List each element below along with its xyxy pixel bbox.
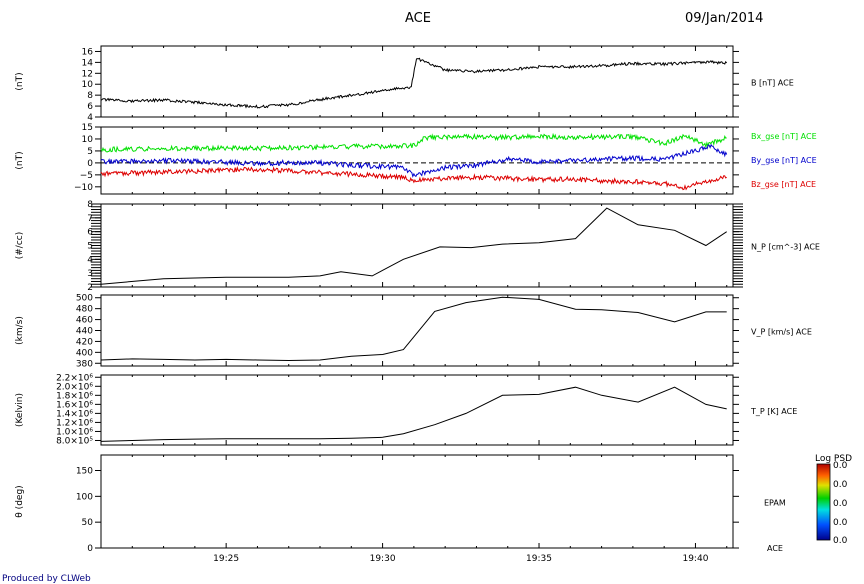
y-tick-label: 4: [87, 113, 93, 123]
panel-frame: [100, 454, 734, 549]
y-tick-label: 1.6×10⁶: [56, 400, 93, 410]
y-tick-label: 50: [82, 518, 94, 528]
panel-frame: [100, 294, 734, 367]
y-tick-label: 1.4×10⁶: [56, 409, 93, 419]
colorbar-label: 0.0: [833, 499, 848, 509]
x-tick-label: 19:40: [682, 554, 708, 564]
y-axis-label: (km/s): [15, 316, 25, 345]
panel-1: (nT) 46810121416 B [nT] ACE: [15, 45, 794, 123]
y-tick-label: 10: [82, 80, 94, 90]
x-tick-label: 19:25: [213, 554, 239, 564]
y-tick-label: 150: [76, 467, 93, 477]
colorbar-label: 0.0: [833, 518, 848, 528]
series-line: [100, 57, 728, 109]
y-tick-label: 15: [82, 123, 93, 133]
x-tick-label: 19:35: [526, 554, 552, 564]
y-tick-label: 480: [76, 305, 93, 315]
colorbar-label: 0.0: [833, 536, 848, 546]
panel-frame: [100, 45, 734, 118]
y-tick-label: 12: [82, 69, 93, 79]
y-tick-label: 6: [87, 102, 93, 112]
y-tick-label: 8: [87, 91, 93, 101]
x-tick-label: 19:30: [370, 554, 396, 564]
y-tick-label: 1.2×10⁶: [56, 418, 93, 428]
series-legend: Bx_gse [nT] ACE: [751, 132, 817, 141]
series-line: [100, 207, 727, 285]
panels: (nT)46810121416B [nT] ACE(nT)−10−5051015…: [15, 45, 820, 554]
y-tick-label: 8.0×10⁵: [56, 436, 93, 446]
y-tick-label: 400: [76, 348, 93, 358]
y-axis-label: (Kelvin): [15, 393, 25, 427]
y-tick-label: 500: [76, 294, 93, 304]
panel-frame: [100, 203, 734, 288]
y-tick-label: 1.0×10⁶: [56, 427, 93, 437]
series-legend: B [nT] ACE: [751, 79, 794, 88]
y-tick-label: 10: [82, 135, 94, 145]
y-tick-label: 8: [87, 200, 93, 210]
y-tick-label: 1.8×10⁶: [56, 391, 93, 401]
y-tick-label: 5: [87, 147, 93, 157]
y-tick-label: 2.0×10⁶: [56, 382, 93, 392]
chart-svg: ACE 09/Jan/2014 Produced by CLWeb (nT) 46…: [2, 11, 852, 584]
panel-frame: [100, 374, 734, 446]
chart-title: ACE: [405, 11, 431, 26]
y-axis-label: (#/cc): [15, 232, 25, 260]
y-tick-label: 380: [76, 359, 93, 369]
y-tick-label: 440: [76, 327, 93, 337]
series-legend: Bz_gse [nT] ACE: [751, 180, 816, 189]
panel-5: (Kelvin) 8.0×10⁵1.0×10⁶1.2×10⁶1.4×10⁶1.6×…: [15, 373, 797, 446]
panel-3: (#/cc)2345678N_P [cm^-3] ACE: [15, 200, 820, 293]
series-line: [100, 165, 727, 191]
chart-date: 09/Jan/2014: [685, 11, 763, 26]
y-tick-label: 420: [76, 337, 93, 347]
y-tick-label: 16: [82, 47, 94, 57]
panel-right-label: ACE: [767, 544, 783, 553]
series-line: [100, 132, 727, 153]
panel-6: θ (deg) 0 50 100 150 ACE EPAM: [15, 454, 786, 554]
y-tick-label: 2.2×10⁶: [56, 373, 93, 383]
series-line: [100, 386, 727, 442]
colorbar-gradient: [816, 463, 831, 541]
panel-4: (km/s) 380400420440460480500 V_P [km/s] AC…: [15, 294, 812, 370]
y-tick-label: −10: [74, 183, 93, 193]
panel-right-label: EPAM: [764, 499, 786, 508]
panel-2: (nT) −10 −5 0 5 10 15 Bx_gse [nT] ACE By_gse [nT…: [15, 123, 817, 195]
y-tick-label: 100: [76, 492, 93, 502]
y-axis-label: (nT): [15, 72, 25, 90]
colorbar: Log PSD 0.0 0.0 0.0 0.0 0.0: [815, 454, 852, 546]
y-tick-label: 0: [87, 159, 93, 169]
footer-credit: Produced by CLWeb: [2, 574, 91, 584]
colorbar-label: 0.0: [833, 461, 848, 471]
series-legend: N_P [cm^-3] ACE: [751, 243, 820, 252]
series-legend: T_P [K] ACE: [750, 407, 797, 416]
y-tick-label: 14: [82, 58, 94, 68]
y-tick-label: 0: [87, 544, 93, 554]
y-axis-label: (nT): [15, 151, 25, 169]
y-tick-label: −5: [80, 171, 93, 181]
series-legend: By_gse [nT] ACE: [751, 156, 817, 165]
series-legend: V_P [km/s] ACE: [751, 328, 812, 337]
y-tick-label: 460: [76, 316, 93, 326]
series-line: [100, 296, 727, 362]
y-axis-label: θ (deg): [15, 485, 25, 517]
time-axis: 19:25 19:30 19:35 19:40: [213, 554, 709, 564]
colorbar-label: 0.0: [833, 480, 848, 490]
